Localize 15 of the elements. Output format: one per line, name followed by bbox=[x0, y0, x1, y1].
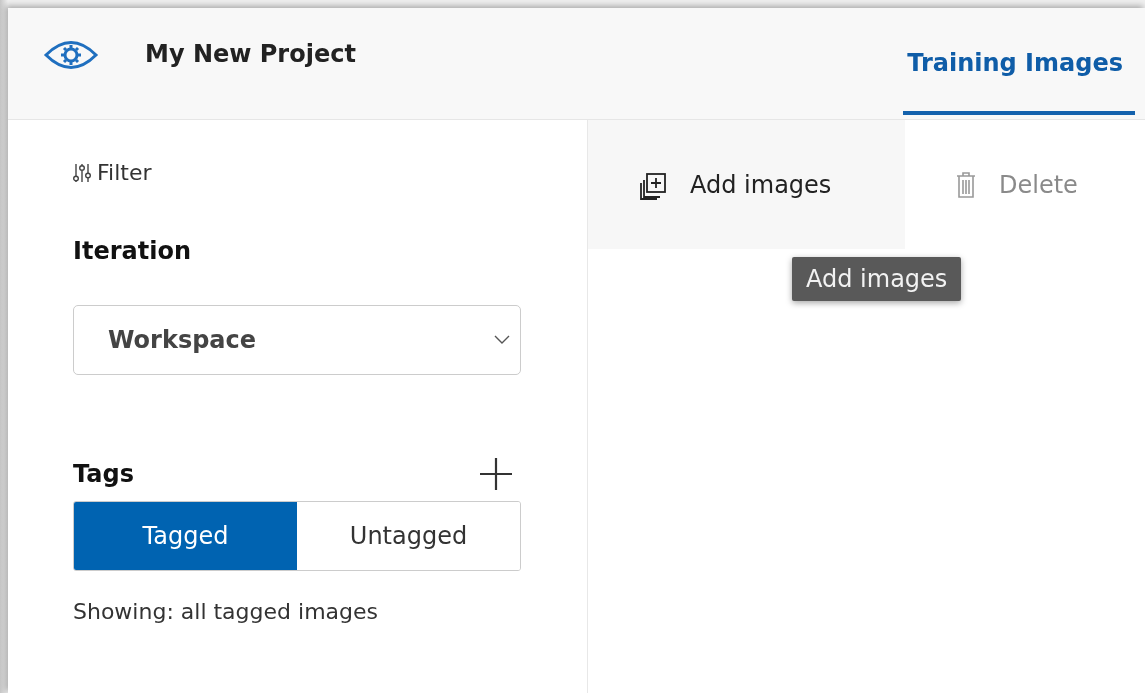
iteration-dropdown[interactable]: Workspace bbox=[73, 305, 521, 375]
project-title: My New Project bbox=[145, 39, 356, 68]
plus-icon bbox=[479, 457, 513, 491]
section-heading: Tags bbox=[73, 460, 134, 488]
section-heading: Iteration bbox=[73, 237, 191, 265]
filter-button[interactable]: Filter bbox=[73, 160, 152, 185]
sliders-icon bbox=[73, 162, 91, 183]
tab[interactable]: Training Images bbox=[903, 8, 1135, 115]
trash-icon bbox=[955, 169, 977, 200]
status-text: Showing: all tagged images bbox=[73, 599, 378, 624]
tooltip: Add images bbox=[792, 257, 962, 301]
add-images-button[interactable]: Add images bbox=[588, 120, 905, 249]
chevron-down-icon bbox=[494, 335, 510, 345]
add-tag-button[interactable] bbox=[479, 457, 513, 491]
toggle-option[interactable]: Tagged bbox=[74, 502, 297, 570]
